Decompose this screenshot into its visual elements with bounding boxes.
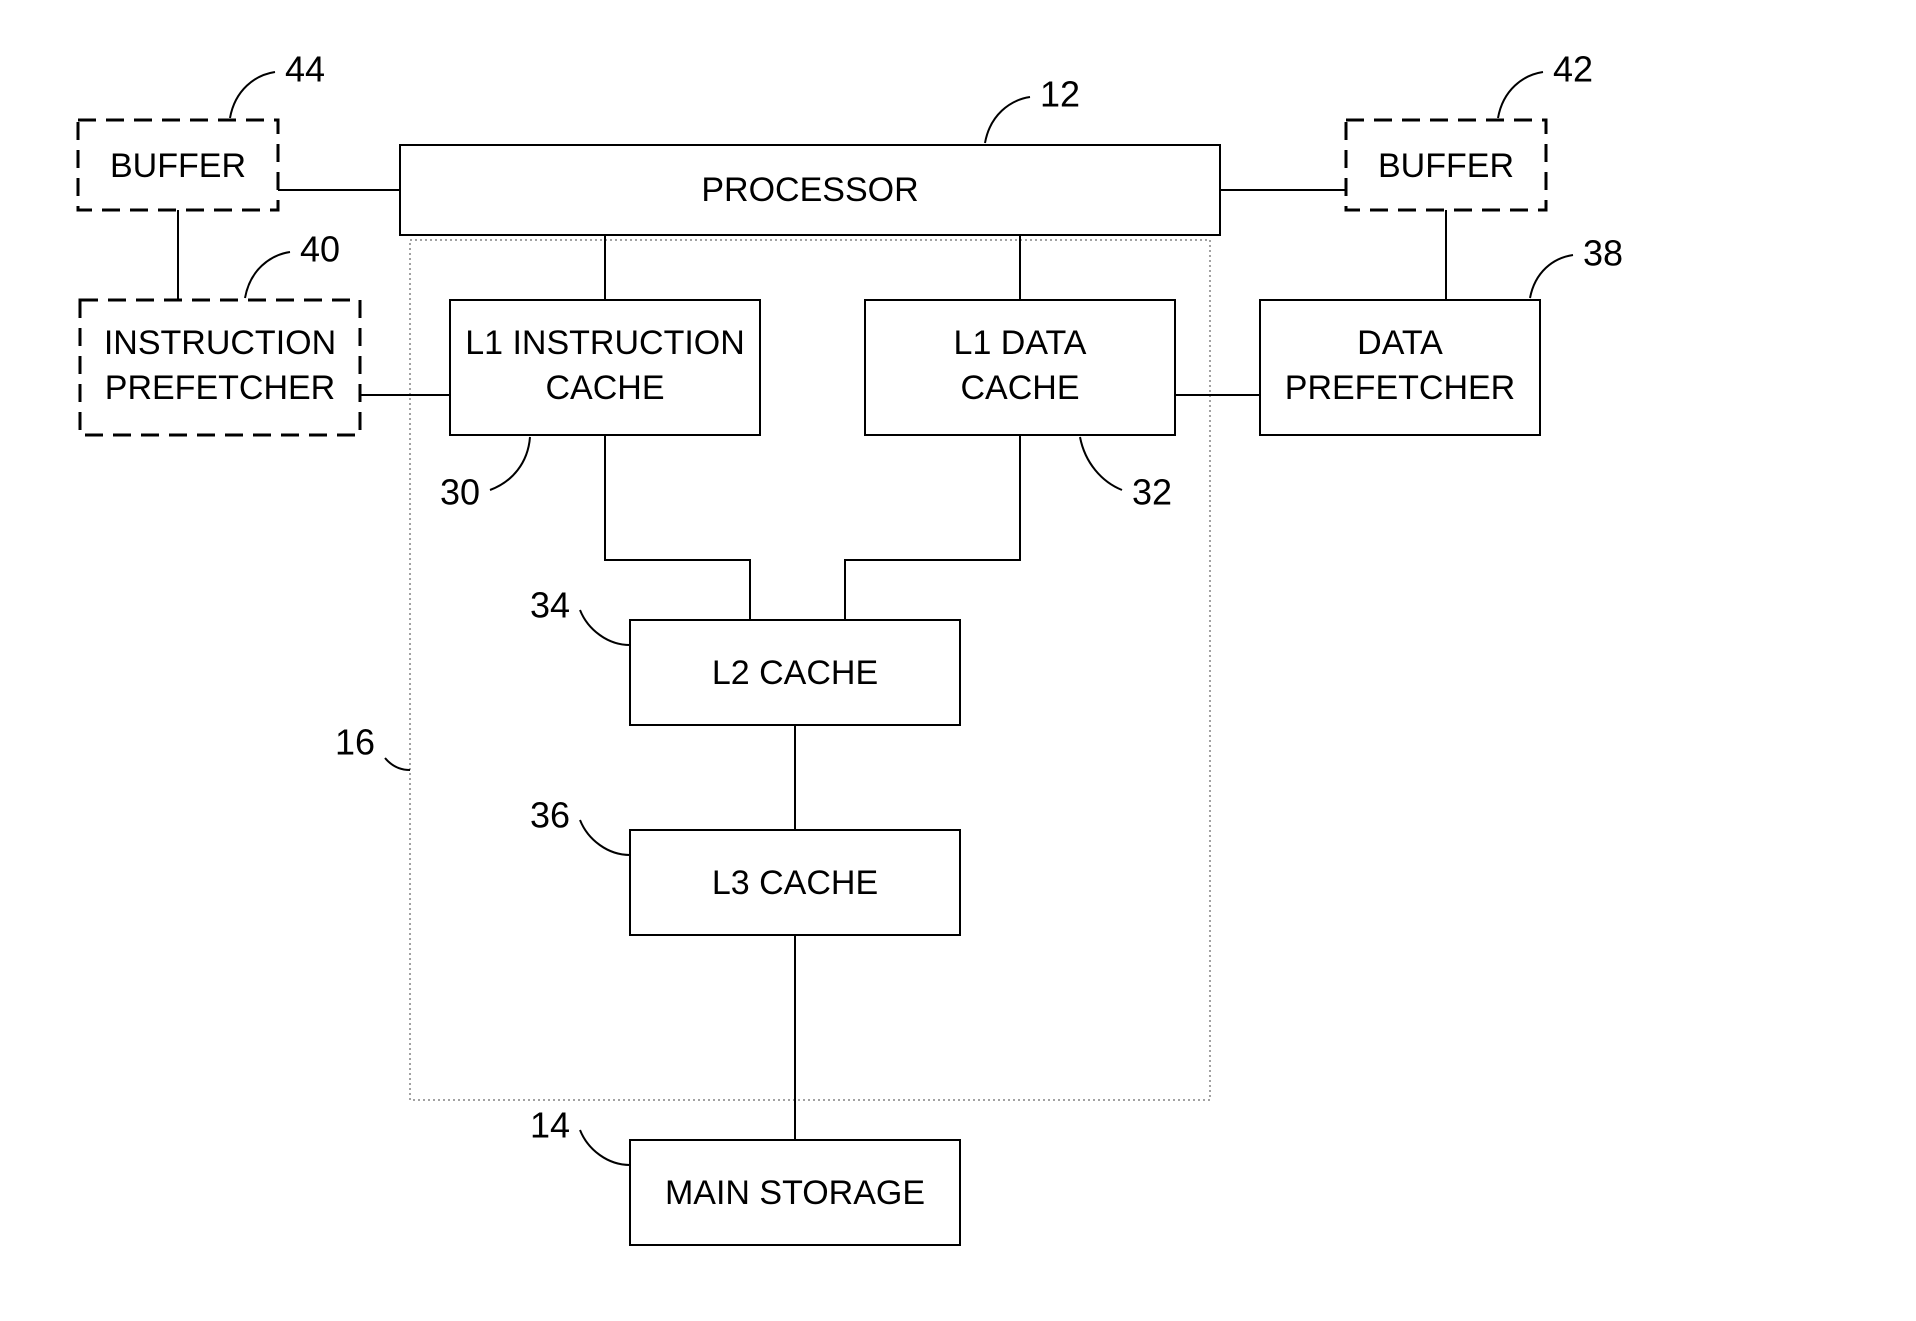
l1-data-cache-block bbox=[865, 300, 1175, 435]
conn-l1d-l2 bbox=[845, 435, 1020, 620]
leader-36 bbox=[580, 820, 630, 855]
ref-14: 14 bbox=[530, 1105, 570, 1146]
l1i-label-2: CACHE bbox=[545, 369, 664, 407]
leader-30 bbox=[490, 437, 530, 490]
l1d-label-1: L1 DATA bbox=[954, 324, 1087, 362]
main-storage-label: MAIN STORAGE bbox=[665, 1174, 925, 1212]
data-prefetcher-block bbox=[1260, 300, 1540, 435]
leader-32 bbox=[1080, 437, 1122, 490]
leader-38 bbox=[1530, 255, 1573, 298]
l2-label: L2 CACHE bbox=[712, 654, 878, 692]
leader-12 bbox=[985, 97, 1030, 143]
ref-40: 40 bbox=[300, 229, 340, 270]
conn-l1i-l2 bbox=[605, 435, 750, 620]
data-prefetcher-label-2: PREFETCHER bbox=[1285, 369, 1515, 407]
buffer-left-label: BUFFER bbox=[110, 147, 246, 185]
ref-16: 16 bbox=[335, 722, 375, 763]
l3-label: L3 CACHE bbox=[712, 864, 878, 902]
instruction-prefetcher-label-2: PREFETCHER bbox=[105, 369, 335, 407]
ref-32: 32 bbox=[1132, 472, 1172, 513]
instruction-prefetcher-block bbox=[80, 300, 360, 435]
leader-42 bbox=[1498, 72, 1543, 118]
leader-34 bbox=[580, 610, 630, 645]
ref-30: 30 bbox=[440, 472, 480, 513]
l1d-label-2: CACHE bbox=[960, 369, 1079, 407]
leader-44 bbox=[230, 72, 275, 118]
instruction-prefetcher-label-1: INSTRUCTION bbox=[104, 324, 336, 362]
l1i-label-1: L1 INSTRUCTION bbox=[465, 324, 745, 362]
ref-34: 34 bbox=[530, 585, 570, 626]
ref-12: 12 bbox=[1040, 74, 1080, 115]
l1-instruction-cache-block bbox=[450, 300, 760, 435]
ref-38: 38 bbox=[1583, 233, 1623, 274]
ref-42: 42 bbox=[1553, 49, 1593, 90]
buffer-right-label: BUFFER bbox=[1378, 147, 1514, 185]
ref-44: 44 bbox=[285, 49, 325, 90]
leader-14 bbox=[580, 1130, 630, 1165]
leader-16 bbox=[385, 758, 410, 770]
ref-36: 36 bbox=[530, 795, 570, 836]
architecture-diagram: PROCESSOR BUFFER BUFFER INSTRUCTION PREF… bbox=[0, 0, 1916, 1321]
leader-40 bbox=[245, 252, 290, 298]
data-prefetcher-label-1: DATA bbox=[1357, 324, 1443, 362]
processor-label: PROCESSOR bbox=[701, 171, 918, 209]
